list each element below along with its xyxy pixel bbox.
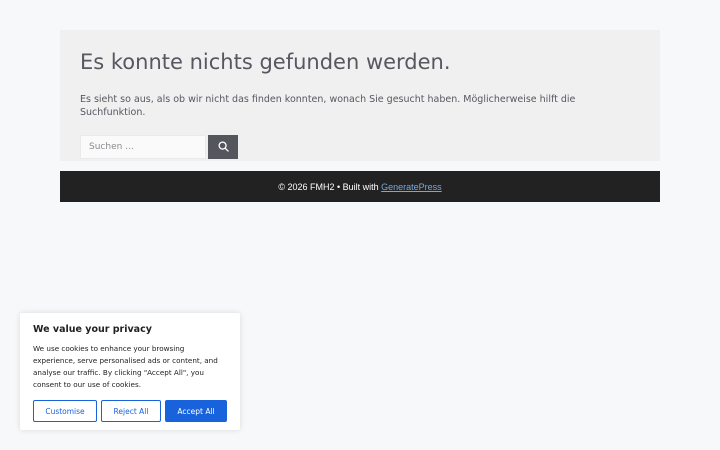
cookie-button-group: Customise Reject All Accept All bbox=[33, 400, 227, 422]
generatepress-link[interactable]: GeneratePress bbox=[381, 182, 442, 192]
no-results-message: Es sieht so aus, als ob wir nicht das fi… bbox=[80, 94, 576, 119]
search-icon bbox=[217, 141, 229, 153]
cookie-title: We value your privacy bbox=[33, 324, 152, 335]
search-input[interactable] bbox=[80, 134, 206, 159]
footer-separator: • Built with bbox=[334, 181, 382, 192]
site-footer: © 2026 FMH2 • Built with GeneratePress bbox=[60, 171, 660, 202]
customise-button[interactable]: Customise bbox=[33, 400, 97, 422]
footer-copyright: © 2026 FMH2 bbox=[278, 181, 335, 192]
no-results-section: Es konnte nichts gefunden werden. Es sie… bbox=[60, 30, 660, 161]
search-form bbox=[80, 134, 640, 159]
accept-all-button[interactable]: Accept All bbox=[165, 400, 227, 422]
page-title: Es konnte nichts gefunden werden. bbox=[80, 50, 451, 74]
cookie-description: We use cookies to enhance your browsing … bbox=[33, 344, 218, 389]
cookie-consent-banner: We value your privacy We use cookies to … bbox=[20, 313, 240, 430]
reject-all-button[interactable]: Reject All bbox=[101, 400, 161, 422]
search-button[interactable] bbox=[208, 134, 238, 159]
